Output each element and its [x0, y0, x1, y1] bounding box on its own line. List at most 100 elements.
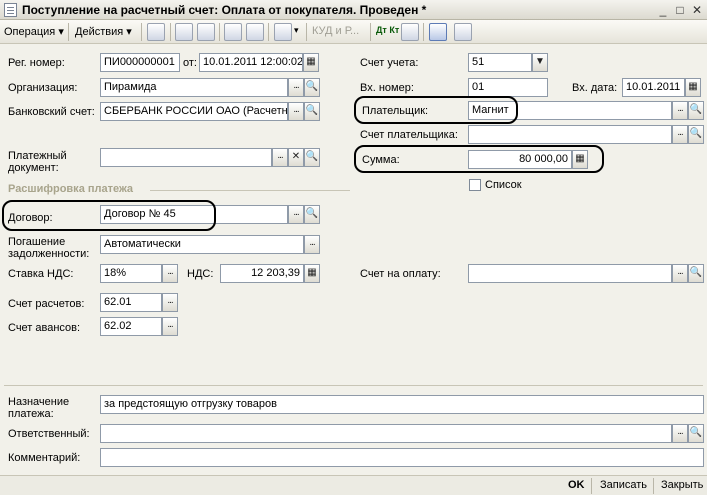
clear-icon[interactable]: ✕: [288, 148, 304, 167]
org-field[interactable]: Пирамида: [100, 78, 288, 97]
select-ellipsis-icon[interactable]: ...: [672, 424, 688, 443]
in-number-field[interactable]: 01: [468, 78, 548, 97]
purpose-field[interactable]: за предстоящую отгрузку товаров: [100, 395, 704, 414]
select-ellipsis-icon[interactable]: ...: [288, 102, 304, 121]
document-icon: [4, 3, 17, 17]
new-document-icon[interactable]: [224, 23, 242, 41]
select-ellipsis-icon[interactable]: ...: [304, 235, 320, 254]
select-ellipsis-icon[interactable]: ...: [672, 264, 688, 283]
settle-account-label: Счет расчетов:: [8, 298, 85, 310]
select-ellipsis-icon[interactable]: ...: [288, 205, 304, 224]
account-select[interactable]: 51: [468, 53, 532, 72]
select-ellipsis-icon[interactable]: ...: [162, 317, 178, 336]
vat-field[interactable]: 12 203,39: [220, 264, 304, 283]
chevron-down-icon[interactable]: ▼: [532, 53, 548, 72]
section-divider: [150, 190, 350, 191]
comment-label: Комментарий:: [8, 452, 81, 464]
reg-number-field[interactable]: ПИ000000001: [100, 53, 180, 72]
list-settings-icon[interactable]: [454, 23, 472, 41]
reg-number-label: Рег. номер:: [8, 57, 65, 69]
select-ellipsis-icon[interactable]: ...: [288, 78, 304, 97]
toolbar-separator: [306, 23, 307, 41]
minimize-button[interactable]: _: [655, 2, 671, 17]
date-field[interactable]: 10.01.2011 12:00:02: [199, 53, 303, 72]
actions-menu[interactable]: Действия ▾: [75, 25, 132, 38]
debt-field[interactable]: Автоматически: [100, 235, 304, 254]
maximize-button[interactable]: □: [672, 2, 688, 17]
toolbar-separator: [370, 23, 371, 41]
payment-doc-field[interactable]: [100, 148, 272, 167]
open-search-icon[interactable]: 🔍: [304, 205, 320, 224]
toolbar-separator: [423, 23, 424, 41]
calendar-icon[interactable]: ▦: [685, 78, 701, 97]
open-search-icon[interactable]: 🔍: [688, 424, 704, 443]
bank-account-field[interactable]: СБЕРБАНК РОССИИ ОАО (Расчетный): [100, 102, 288, 121]
purpose-label: Назначение платежа:: [8, 396, 70, 420]
operation-menu[interactable]: Операция ▾: [4, 25, 64, 38]
unpost-icon[interactable]: [246, 23, 264, 41]
bottom-bar: OK Записать Закрыть: [0, 475, 707, 495]
bottom-separator: [653, 478, 654, 494]
invoice-label: Счет на оплату:: [360, 268, 441, 280]
kud-button[interactable]: КУД и Р...: [312, 25, 359, 37]
open-search-icon[interactable]: 🔍: [688, 125, 704, 144]
bank-account-label: Банковский счет:: [8, 106, 95, 118]
list-checkbox[interactable]: [469, 179, 481, 191]
list-checkbox-label: Список: [485, 179, 522, 191]
report-icon[interactable]: [401, 23, 419, 41]
title-bar: Поступление на расчетный счет: Оплата от…: [0, 0, 707, 20]
copy-icon[interactable]: [197, 23, 215, 41]
bottom-divider: [4, 385, 703, 386]
calendar-icon[interactable]: ▦: [303, 53, 319, 72]
select-ellipsis-icon[interactable]: ...: [162, 264, 178, 283]
payer-account-label: Счет плательщика:: [360, 129, 458, 141]
enter-based-on-icon[interactable]: [274, 23, 292, 41]
toolbar-separator: [268, 23, 269, 41]
debt-label: Погашение задолженности:: [8, 236, 90, 260]
advance-account-field[interactable]: 62.02: [100, 317, 162, 336]
select-ellipsis-icon[interactable]: ...: [672, 101, 688, 120]
open-search-icon[interactable]: 🔍: [688, 264, 704, 283]
post-document-icon[interactable]: [147, 23, 165, 41]
responsible-field[interactable]: [100, 424, 672, 443]
vat-rate-label: Ставка НДС:: [8, 268, 74, 280]
toolbar-separator: [219, 23, 220, 41]
open-search-icon[interactable]: 🔍: [304, 148, 320, 167]
dt-kt-icon[interactable]: Дт Кт: [376, 25, 399, 35]
org-label: Организация:: [8, 82, 78, 94]
open-search-icon[interactable]: 🔍: [688, 101, 704, 120]
contract-highlight-oval: [2, 200, 216, 231]
in-date-field[interactable]: 10.01.2011: [622, 78, 685, 97]
open-search-icon[interactable]: 🔍: [304, 78, 320, 97]
advance-account-label: Счет авансов:: [8, 322, 81, 334]
close-button[interactable]: ✕: [689, 2, 705, 17]
vat-label: НДС:: [187, 268, 214, 280]
ok-button[interactable]: OK: [568, 479, 585, 491]
payer-account-field[interactable]: [468, 125, 672, 144]
toolbar-separator: [141, 23, 142, 41]
vat-rate-field[interactable]: 18%: [100, 264, 162, 283]
calculator-icon[interactable]: ▦: [304, 264, 320, 283]
chevron-down-icon[interactable]: ▾: [294, 25, 299, 36]
decode-section-title: Расшифровка платежа: [8, 183, 134, 195]
responsible-label: Ответственный:: [8, 428, 90, 440]
open-search-icon[interactable]: 🔍: [304, 102, 320, 121]
payer-highlight-oval: [354, 96, 518, 124]
settle-account-field[interactable]: 62.01: [100, 293, 162, 312]
toolbar-separator: [170, 23, 171, 41]
account-label: Счет учета:: [360, 57, 419, 69]
close-form-button[interactable]: Закрыть: [661, 479, 703, 491]
in-number-label: Вх. номер:: [360, 82, 414, 94]
comment-field[interactable]: [100, 448, 704, 467]
refresh-icon[interactable]: [175, 23, 193, 41]
sum-highlight-oval: [354, 145, 604, 173]
bottom-separator: [591, 478, 592, 494]
invoice-field[interactable]: [468, 264, 672, 283]
window-title: Поступление на расчетный счет: Оплата от…: [22, 3, 427, 17]
from-label: от:: [183, 57, 197, 69]
structure-icon[interactable]: [429, 23, 447, 41]
save-button[interactable]: Записать: [600, 479, 647, 491]
select-ellipsis-icon[interactable]: ...: [162, 293, 178, 312]
select-ellipsis-icon[interactable]: ...: [272, 148, 288, 167]
select-ellipsis-icon[interactable]: ...: [672, 125, 688, 144]
